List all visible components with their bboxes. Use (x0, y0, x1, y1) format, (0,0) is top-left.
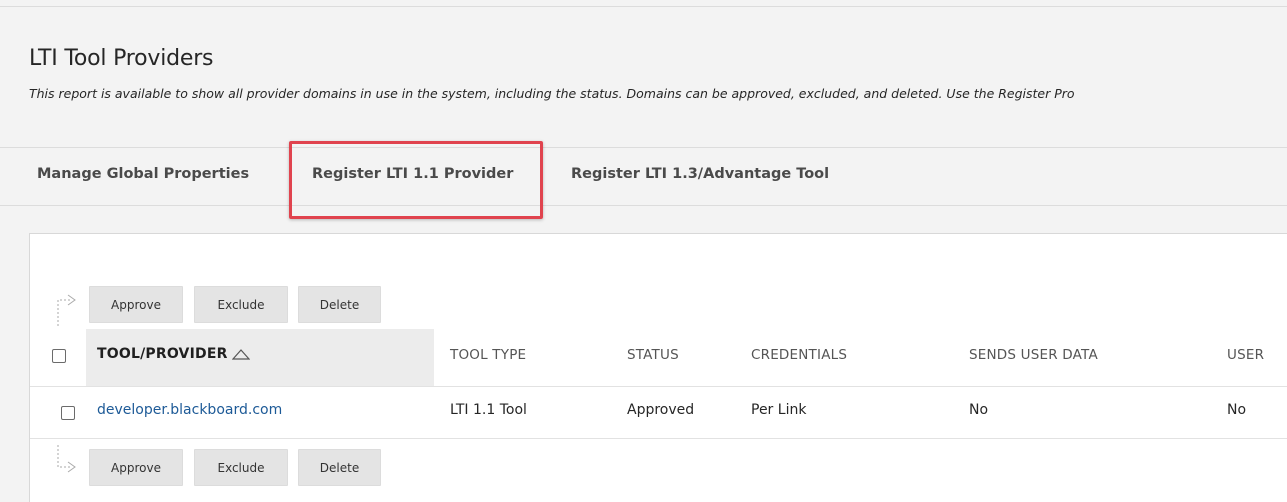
row-checkbox[interactable] (61, 406, 75, 420)
tabs-divider-top (0, 147, 1287, 148)
tab-manage-global-properties[interactable]: Manage Global Properties (37, 166, 249, 182)
row-divider (30, 438, 1287, 439)
exclude-button-bottom[interactable]: Exclude (194, 449, 288, 486)
column-header-credentials[interactable]: CREDENTIALS (751, 347, 847, 363)
cell-sends-user-data: No (969, 402, 989, 418)
approve-button-bottom[interactable]: Approve (89, 449, 183, 486)
column-header-tool-type[interactable]: TOOL TYPE (450, 347, 526, 363)
column-header-sends-user-data[interactable]: SENDS USER DATA (969, 347, 1098, 363)
column-header-status[interactable]: STATUS (627, 347, 679, 363)
tab-register-lti-1-3-advantage-tool[interactable]: Register LTI 1.3/Advantage Tool (571, 166, 829, 182)
top-divider (0, 6, 1287, 7)
cell-user: No (1227, 402, 1247, 418)
sort-ascending-icon (231, 349, 250, 360)
column-header-user[interactable]: USER (1227, 347, 1264, 363)
bulk-action-arrow-icon (57, 294, 76, 326)
column-header-tool-provider[interactable]: TOOL/PROVIDER (97, 346, 250, 362)
tabs-divider-bottom (0, 205, 1287, 206)
page-description: This report is available to show all pro… (29, 86, 1075, 101)
column-header-tool-provider-label: TOOL/PROVIDER (97, 346, 228, 362)
highlight-box (289, 141, 543, 219)
cell-tool-type: LTI 1.1 Tool (450, 402, 527, 418)
select-all-checkbox[interactable] (52, 349, 66, 363)
cell-credentials: Per Link (751, 402, 807, 418)
delete-button-top[interactable]: Delete (298, 286, 381, 323)
delete-button-bottom[interactable]: Delete (298, 449, 381, 486)
tool-provider-link[interactable]: developer.blackboard.com (97, 402, 282, 418)
cell-status: Approved (627, 402, 695, 418)
page-title: LTI Tool Providers (29, 46, 214, 71)
row-divider (30, 386, 1287, 387)
exclude-button-top[interactable]: Exclude (194, 286, 288, 323)
approve-button-top[interactable]: Approve (89, 286, 183, 323)
bulk-action-arrow-bottom-icon (57, 445, 76, 473)
